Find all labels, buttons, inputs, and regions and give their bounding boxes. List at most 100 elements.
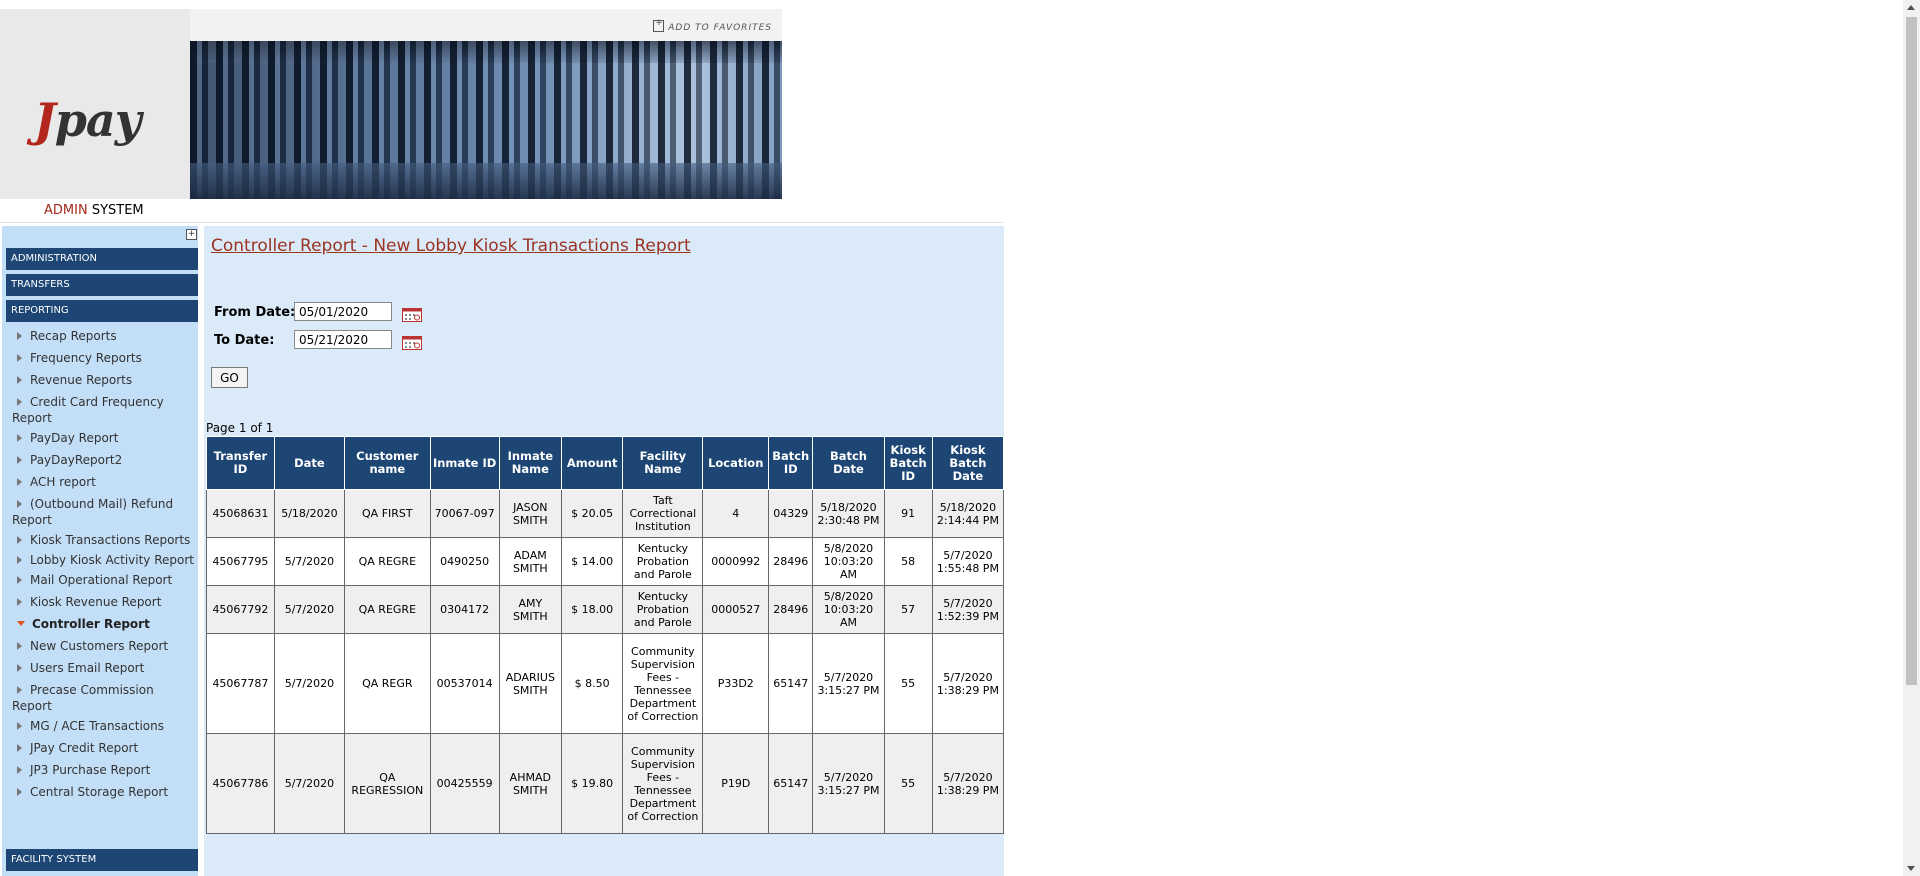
sidebar-item-kiosk-transactions-reports[interactable]: Kiosk Transactions Reports (12, 532, 196, 548)
sidebar-item-label: Revenue Reports (30, 373, 133, 387)
table-row: 45068631 5/18/2020 QA FIRST 70067-097 JASON … (206, 489, 1005, 538)
table-cell: JASON SMITH (498, 489, 563, 538)
from-date-label: From Date: (214, 305, 296, 320)
sidebar-item-label: New Customers Report (30, 639, 169, 653)
bookmark-icon (653, 18, 665, 32)
table-cell: Kentucky Probation and Parole (622, 537, 704, 586)
table-cell: 65147 (768, 733, 814, 834)
sidebar-item-label: Recap Reports (30, 329, 117, 343)
arrow-right-icon (17, 332, 22, 340)
sidebar-item-label: Central Storage Report (30, 785, 169, 799)
table-cell: 5/7/2020 1:38:29 PM (931, 633, 1005, 734)
expanded-arrow-icon (17, 621, 25, 626)
sidebar-item-credit-card-frequency-report[interactable]: Credit Card Frequency Report (12, 394, 196, 426)
sidebar-section-administration[interactable]: ADMINISTRATION (6, 248, 198, 270)
table-cell: 5/8/2020 10:03:20 AM (812, 537, 885, 586)
sidebar-item-outbound-mail-refund-report[interactable]: (Outbound Mail) Refund Report (12, 496, 196, 528)
table-cell: 5/18/2020 (273, 489, 345, 538)
to-date-input[interactable] (294, 330, 392, 349)
arrow-right-icon (17, 456, 22, 464)
sidebar-item-frequency-reports[interactable]: Frequency Reports (12, 350, 196, 366)
sidebar-item-label: Precase Commission Report (12, 683, 154, 713)
calendar-icon[interactable] (402, 308, 422, 322)
sidebar-item-new-customers-report[interactable]: New Customers Report (12, 638, 196, 654)
column-header: Location (702, 436, 770, 490)
sidebar-item-ach-report[interactable]: ACH report (12, 474, 196, 490)
from-date-input[interactable] (294, 302, 392, 321)
sidebar: + ADMINISTRATION TRANSFERS REPORTING Rec… (2, 226, 198, 876)
sidebar-item-paydayreport2[interactable]: PayDayReport2 (12, 452, 196, 468)
arrow-right-icon (17, 598, 22, 606)
column-header: Facility Name (622, 436, 704, 490)
arrow-right-icon (17, 642, 22, 650)
table-row: 45067786 5/7/2020 QA REGRESSION 00425559 AHM… (206, 733, 1005, 834)
arrow-right-icon (17, 722, 22, 730)
column-header: Inmate Name (498, 436, 563, 490)
table-cell: 5/7/2020 3:15:27 PM (812, 733, 885, 834)
column-header: Transfer ID (206, 436, 275, 490)
sidebar-item-mg-ace-transactions[interactable]: MG / ACE Transactions (12, 718, 196, 734)
sidebar-item-mail-operational-report[interactable]: Mail Operational Report (12, 572, 196, 588)
arrow-right-icon (17, 500, 22, 508)
sidebar-item-revenue-reports[interactable]: Revenue Reports (12, 372, 196, 388)
sidebar-section-reporting[interactable]: REPORTING (6, 300, 198, 322)
table-cell: 91 (883, 489, 933, 538)
table-cell: 5/7/2020 (273, 733, 345, 834)
sidebar-item-jp3-purchase-report[interactable]: JP3 Purchase Report (12, 762, 196, 778)
sidebar-item-controller-report[interactable]: Controller Report (12, 616, 196, 632)
table-cell: 5/8/2020 10:03:20 AM (812, 585, 885, 634)
sidebar-item-precase-commission-report[interactable]: Precase Commission Report (12, 682, 196, 714)
scroll-down-icon[interactable] (1907, 866, 1915, 871)
table-row: 45067787 5/7/2020 QA REGR 00537014 ADARIUS S… (206, 633, 1005, 734)
column-header: Amount (561, 436, 624, 490)
sidebar-section-transfers[interactable]: TRANSFERS (6, 274, 198, 296)
scroll-up-icon[interactable] (1907, 5, 1915, 10)
table-cell: Taft Correctional Institution (622, 489, 704, 538)
arrow-right-icon (17, 788, 22, 796)
add-to-favorites-link[interactable]: ADD TO FAVORITES (653, 18, 772, 33)
sidebar-item-label: Frequency Reports (30, 351, 142, 365)
header-divider (0, 222, 1004, 223)
vertical-scrollbar[interactable] (1903, 0, 1920, 876)
table-cell: QA REGRE (343, 537, 431, 586)
sidebar-item-payday-report[interactable]: PayDay Report (12, 430, 196, 446)
to-date-label: To Date: (214, 333, 275, 348)
arrow-right-icon (17, 376, 22, 384)
page-title[interactable]: Controller Report - New Lobby Kiosk Tran… (211, 236, 691, 256)
table-cell: QA FIRST (343, 489, 431, 538)
table-cell: 00537014 (429, 633, 500, 734)
table-cell: 65147 (768, 633, 814, 734)
column-header: Kiosk Batch Date (931, 436, 1005, 490)
table-cell: $ 20.05 (561, 489, 624, 538)
table-cell: 5/7/2020 (273, 633, 345, 734)
table-cell: 5/18/2020 2:14:44 PM (931, 489, 1005, 538)
sidebar-item-lobby-kiosk-activity-report[interactable]: Lobby Kiosk Activity Report (12, 552, 196, 568)
report-table: Transfer ID Date Customer name Inmate ID Inm… (206, 436, 1005, 834)
table-cell: AHMAD SMITH (498, 733, 563, 834)
header-banner-image (190, 41, 782, 199)
sidebar-item-users-email-report[interactable]: Users Email Report (12, 660, 196, 676)
sidebar-item-central-storage-report[interactable]: Central Storage Report (12, 784, 196, 800)
calendar-icon[interactable] (402, 336, 422, 350)
table-cell: 5/7/2020 (273, 537, 345, 586)
table-cell: 4 (702, 489, 770, 538)
sidebar-item-label: Mail Operational Report (30, 573, 173, 587)
table-cell: 5/7/2020 (273, 585, 345, 634)
table-cell: AMY SMITH (498, 585, 563, 634)
table-cell: 70067-097 (429, 489, 500, 538)
go-button[interactable]: GO (211, 367, 248, 388)
table-cell: Community Supervision Fees - Tennessee D… (622, 733, 704, 834)
column-header: Kiosk Batch ID (883, 436, 933, 490)
collapse-sidebar-button[interactable]: + (186, 229, 197, 240)
sidebar-item-kiosk-revenue-report[interactable]: Kiosk Revenue Report (12, 594, 196, 610)
table-cell: QA REGRESSION (343, 733, 431, 834)
sidebar-item-jpay-credit-report[interactable]: JPay Credit Report (12, 740, 196, 756)
table-cell: ADAM SMITH (498, 537, 563, 586)
scrollbar-thumb[interactable] (1906, 17, 1917, 685)
table-cell: P33D2 (702, 633, 770, 734)
table-cell: 45067786 (206, 733, 275, 834)
sidebar-section-facility-system[interactable]: FACILITY SYSTEM (6, 849, 198, 871)
sidebar-item-recap-reports[interactable]: Recap Reports (12, 328, 196, 344)
table-cell: 0000527 (702, 585, 770, 634)
table-cell: 45067792 (206, 585, 275, 634)
